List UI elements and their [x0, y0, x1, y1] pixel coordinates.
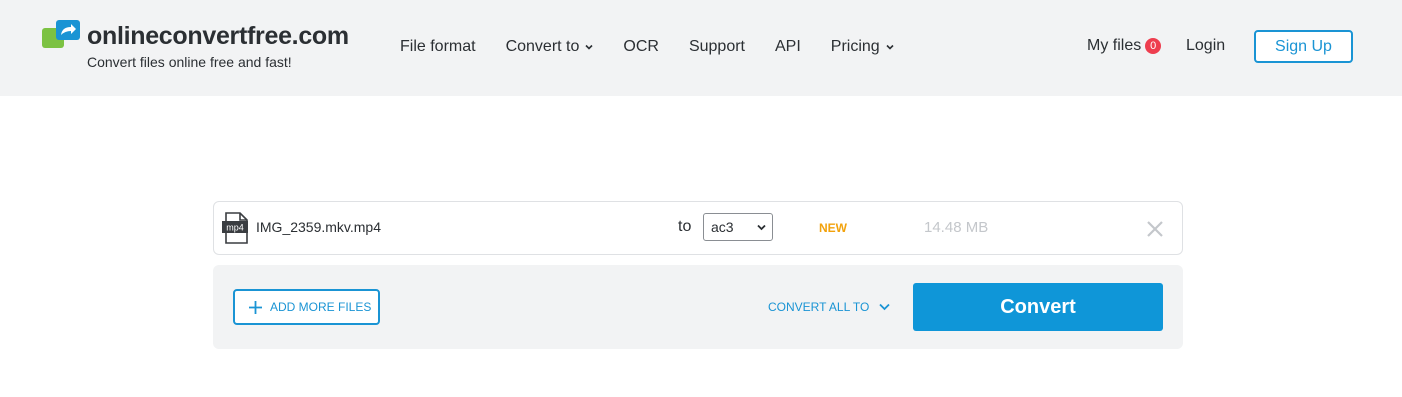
file-type-label: mp4 [226, 223, 244, 233]
new-badge: NEW [819, 221, 847, 235]
arrow-convert-icon [42, 20, 80, 48]
to-label: to [678, 218, 692, 235]
close-icon[interactable] [1146, 220, 1164, 238]
add-more-files-label: ADD MORE FILES [270, 300, 372, 314]
signup-button[interactable]: Sign Up [1254, 30, 1353, 63]
logo-title: onlineconvertfree.com [87, 22, 349, 50]
nav-convert-to[interactable]: Convert to [506, 38, 594, 56]
file-size: 14.48 MB [924, 219, 989, 236]
convert-all-to-dropdown[interactable]: CONVERT ALL TO [768, 300, 891, 314]
nav-api[interactable]: API [775, 38, 801, 56]
nav-label: File format [400, 38, 476, 55]
chevron-down-icon [886, 44, 894, 50]
convert-button[interactable]: Convert [913, 283, 1163, 331]
nav-label: API [775, 38, 801, 55]
site-header: onlineconvertfree.com Convert files onli… [0, 0, 1402, 96]
nav-label: Support [688, 38, 745, 55]
logo-tagline: Convert files online free and fast! [87, 54, 292, 70]
action-panel: ADD MORE FILES CONVERT ALL TO Convert [213, 265, 1183, 349]
add-more-files-button[interactable]: ADD MORE FILES [233, 289, 380, 325]
chevron-down-icon [879, 303, 891, 311]
file-name: IMG_2359.mkv.mp4 [256, 219, 382, 235]
nav-label: OCR [623, 38, 659, 55]
main-nav: File format Convert to OCR Support API P… [400, 36, 894, 58]
login-link[interactable]: Login [1186, 37, 1225, 55]
plus-icon [249, 300, 262, 314]
nav-support[interactable]: Support [689, 38, 745, 56]
target-format-value: ac3 [711, 219, 734, 235]
chevron-down-icon [585, 44, 593, 50]
document-icon: mp4 [222, 212, 248, 244]
nav-label: Pricing [830, 38, 880, 55]
nav-label: Convert to [505, 38, 580, 55]
nav-file-format[interactable]: File format [400, 38, 476, 56]
target-format-select[interactable]: ac3 [703, 213, 773, 241]
file-row: mp4 IMG_2359.mkv.mp4 to ac3 NEW 14.48 MB [213, 201, 1183, 255]
my-files-link[interactable]: My files 0 [1087, 37, 1162, 55]
nav-ocr[interactable]: OCR [623, 38, 659, 56]
chevron-down-icon [757, 224, 766, 231]
my-files-label: My files [1087, 37, 1142, 54]
convert-all-label: CONVERT ALL TO [768, 300, 870, 314]
my-files-count-badge: 0 [1145, 38, 1162, 54]
logo[interactable]: onlineconvertfree.com Convert files onli… [42, 20, 372, 72]
nav-pricing[interactable]: Pricing [831, 38, 894, 56]
